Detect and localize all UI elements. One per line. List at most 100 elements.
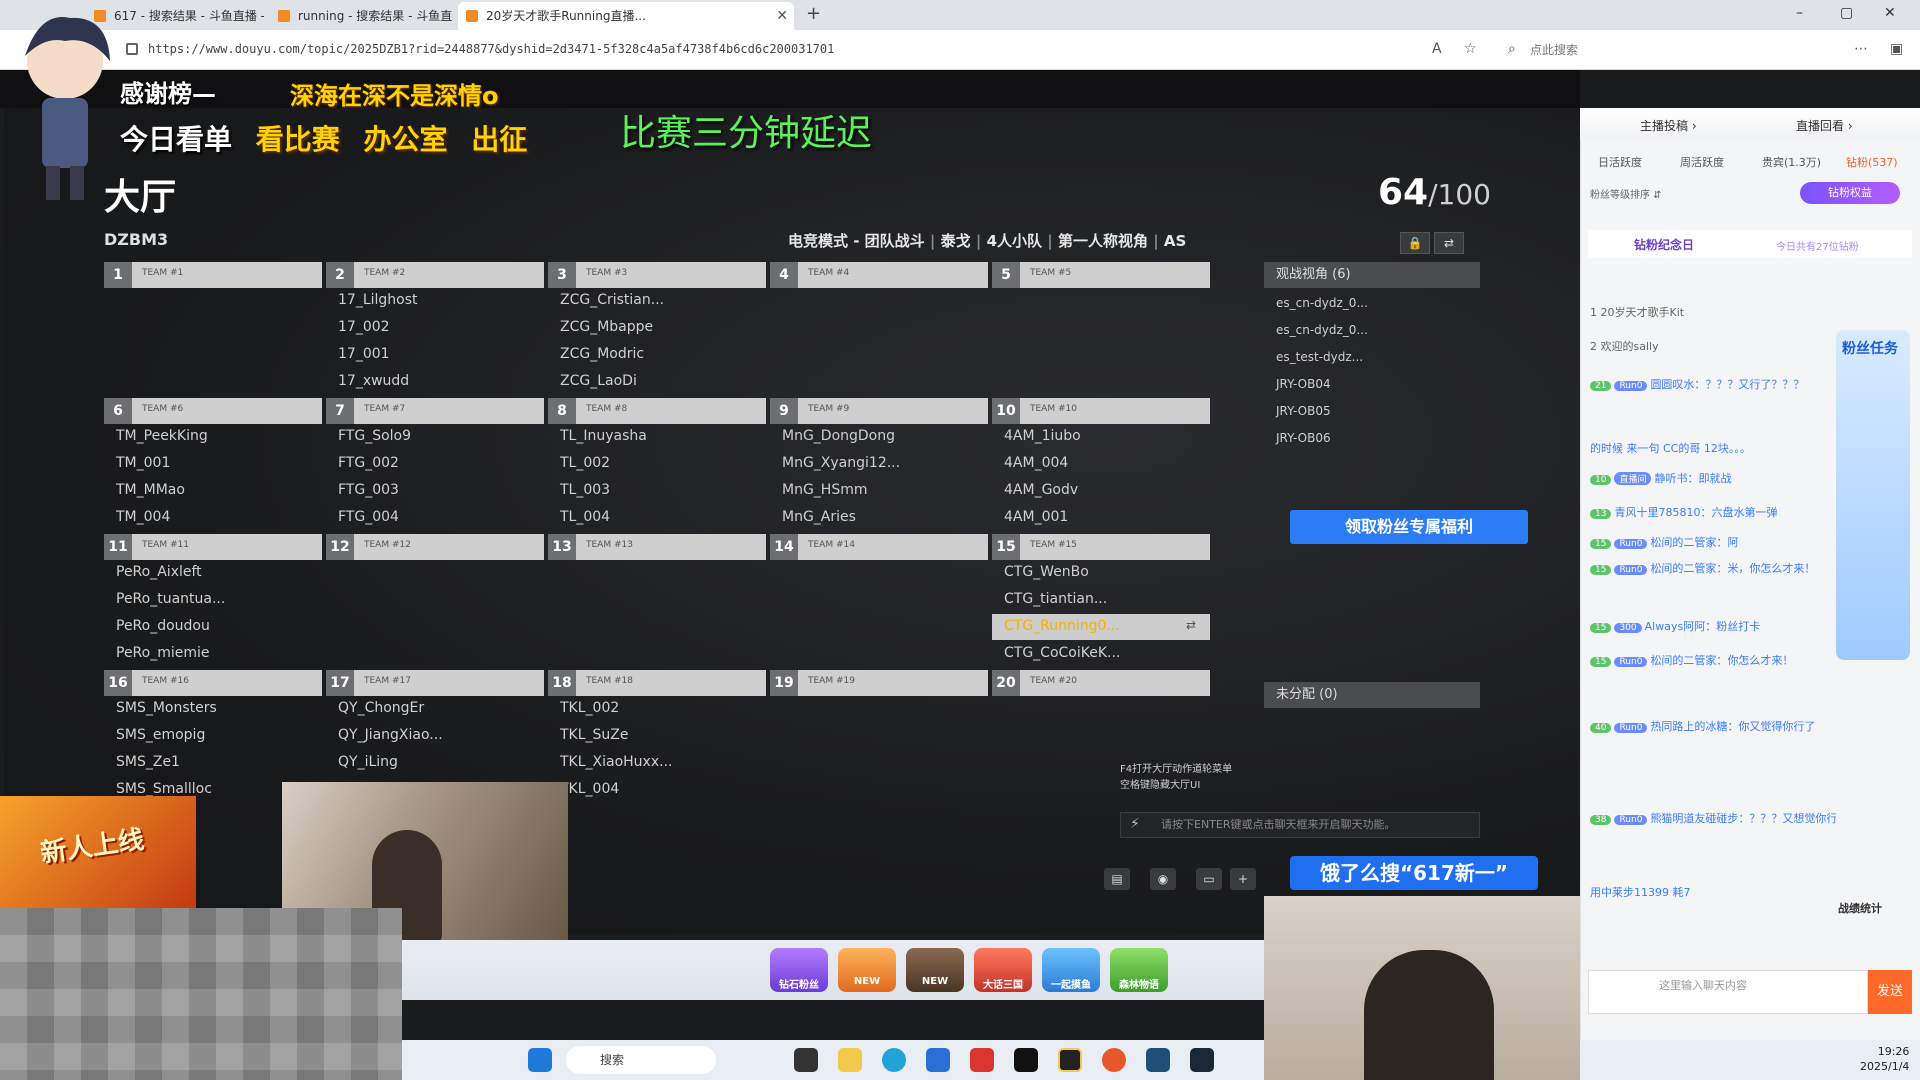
team-slot[interactable]: 12 TEAM #12 (326, 534, 544, 666)
team-slot[interactable]: 19 TEAM #19 (770, 670, 988, 802)
gift-item[interactable]: 森林物语 (1110, 948, 1168, 992)
player-name[interactable]: TL_004 (560, 509, 610, 525)
player-name[interactable]: CTG_Running0... (1004, 618, 1120, 634)
swap-teams-button[interactable]: ⇄ (1434, 232, 1464, 254)
player-name[interactable]: MnG_Aries (782, 509, 856, 525)
player-name[interactable]: QY_ChongEr (338, 700, 424, 716)
player-name[interactable]: PeRo_doudou (116, 618, 210, 634)
player-name[interactable]: ZCG_LaoDi (560, 373, 637, 389)
player-name[interactable]: TL_002 (560, 455, 610, 471)
team-slot[interactable]: 1 TEAM #1 (104, 262, 322, 394)
fan-quest-panel[interactable] (1836, 330, 1910, 660)
file-explorer-icon[interactable] (838, 1048, 862, 1072)
player-name[interactable]: FTG_003 (338, 482, 399, 498)
team-slot[interactable]: 15 TEAM #15 CTG_WenBo CTG_tiantian... ⇄ CTG_R… (992, 534, 1210, 666)
sidebar-toggle-icon[interactable]: ▣ (1890, 41, 1903, 57)
team-slot[interactable]: 2 TEAM #2 17_Lilghost 17_002 17_001 17_xwudd (326, 262, 544, 394)
player-name[interactable]: CTG_tiantian... (1004, 591, 1107, 607)
team-slot[interactable]: 11 TEAM #11 PeRo_Aixleft PeRo_tuantua... PeR… (104, 534, 322, 666)
spectator-item[interactable]: JRY-OB06 (1276, 431, 1331, 445)
steam-icon[interactable] (1190, 1048, 1214, 1072)
gift-item[interactable]: 一起摸鱼 (1042, 948, 1100, 992)
player-name[interactable]: SMS_Monsters (116, 700, 217, 716)
caption-icon[interactable]: ▭ (1196, 868, 1222, 890)
player-name[interactable]: TL_003 (560, 482, 610, 498)
close-window-button[interactable]: ✕ (1884, 5, 1896, 21)
app-icon[interactable] (1146, 1048, 1170, 1072)
send-button[interactable]: 发送 (1868, 970, 1912, 1014)
player-name[interactable]: ZCG_Mbappe (560, 319, 653, 335)
taskbar-clock[interactable]: 19:26 2025/1/4 (1860, 1044, 1909, 1074)
gift-item[interactable]: 大话三国 (974, 948, 1032, 992)
player-name[interactable]: SMS_Ze1 (116, 754, 180, 770)
player-name[interactable]: ZCG_Modric (560, 346, 644, 362)
team-slot[interactable]: 7 TEAM #7 FTG_Solo9 FTG_002 FTG_003 FTG_004 (326, 398, 544, 530)
player-name[interactable]: PeRo_Aixleft (116, 564, 202, 580)
player-name[interactable]: 4AM_1iubo (1004, 428, 1081, 444)
streamer-submission-link[interactable]: 主播投稿 › (1640, 117, 1697, 134)
player-name[interactable]: TKL_SuZe (560, 727, 629, 743)
spectator-item[interactable]: es_cn-dydz_0... (1276, 323, 1368, 337)
fan-perk-button[interactable]: 钻粉权益 (1800, 182, 1900, 204)
lock-lobby-button[interactable]: 🔒 (1400, 232, 1430, 254)
rank-row[interactable]: 2 欢迎的sally (1590, 338, 1659, 354)
spectator-item[interactable]: es_test-dydz... (1276, 350, 1363, 364)
rank-row[interactable]: 1 20岁天才歌手Kit (1590, 304, 1684, 320)
player-name[interactable]: TKL_004 (560, 781, 619, 797)
chat-nickname[interactable]: 松间的二管家： (1650, 562, 1727, 575)
tab-weekly-activity[interactable]: 周活跃度 (1680, 154, 1724, 170)
team-slot[interactable]: 9 TEAM #9 MnG_DongDong MnG_Xyangi12... MnG_H… (770, 398, 988, 530)
obs-icon[interactable] (1058, 1048, 1082, 1072)
tab-vip[interactable]: 贵宾(1.3万) (1762, 154, 1821, 170)
player-name[interactable]: ZCG_Cristian... (560, 292, 664, 308)
player-name[interactable]: 4AM_004 (1004, 455, 1068, 471)
new-tab-button[interactable]: + (806, 3, 821, 24)
team-slot[interactable]: 10 TEAM #10 4AM_1iubo 4AM_004 4AM_Godv 4AM_00… (992, 398, 1210, 530)
chat-nickname[interactable]: 青风十里785810： (1614, 506, 1711, 519)
chat-nickname[interactable]: 热同路上的冰糖 (1650, 720, 1727, 733)
player-name[interactable]: CTG_CoCoiKeK... (1004, 645, 1120, 661)
player-name[interactable]: 17_002 (338, 319, 390, 335)
player-name[interactable]: PeRo_miemie (116, 645, 210, 661)
more-menu-icon[interactable]: ⋯ (1854, 41, 1868, 57)
player-name[interactable]: TM_PeekKing (116, 428, 208, 444)
search-promo-button[interactable]: 饿了么搜“617新一” (1290, 856, 1538, 890)
wps-icon[interactable] (970, 1048, 994, 1072)
chat-nickname[interactable]: Always阿阿： (1645, 620, 1717, 633)
lobby-chat-input[interactable]: 请按下ENTER键或点击聊天框来开启聊天功能。 (1120, 812, 1480, 838)
chat-nickname[interactable]: 用中莱步11399 耗 (1590, 886, 1684, 899)
edge-browser-icon[interactable] (882, 1048, 906, 1072)
team-slot[interactable]: 4 TEAM #4 (770, 262, 988, 394)
windows-start-icon[interactable] (528, 1048, 552, 1072)
team-slot[interactable]: 18 TEAM #18 TKL_002 TKL_SuZe TKL_XiaoHuxx...… (548, 670, 766, 802)
player-name[interactable]: MnG_Xyangi12... (782, 455, 900, 471)
player-name[interactable]: FTG_Solo9 (338, 428, 411, 444)
battle-stats-label[interactable]: 战绩统计 (1838, 900, 1882, 916)
player-name[interactable]: 17_001 (338, 346, 390, 362)
player-name[interactable]: QY_iLing (338, 754, 398, 770)
browser-tab-2[interactable]: running - 搜索结果 - 斗鱼直播 - ... (270, 2, 452, 30)
player-name[interactable]: 4AM_Godv (1004, 482, 1078, 498)
team-slot[interactable]: 5 TEAM #5 (992, 262, 1210, 394)
player-name[interactable]: 17_Lilghost (338, 292, 418, 308)
app-icon[interactable] (1102, 1048, 1126, 1072)
player-name[interactable]: TM_004 (116, 509, 170, 525)
danmaku-toggle-icon[interactable]: ▤ (1104, 868, 1130, 890)
favorite-star-icon[interactable]: ☆ (1464, 41, 1477, 57)
read-aloud-icon[interactable]: A (1432, 41, 1442, 57)
chat-nickname[interactable]: 熊猫明道友碰碰步 (1650, 812, 1738, 825)
add-icon[interactable]: + (1230, 868, 1256, 890)
spectator-item[interactable]: JRY-OB04 (1276, 377, 1331, 391)
player-name[interactable]: SMS_emopig (116, 727, 205, 743)
task-view-icon[interactable] (794, 1048, 818, 1072)
close-tab-icon[interactable]: ✕ (776, 2, 788, 30)
url-field[interactable]: https://www.douyu.com/topic/2025DZB1?rid… (148, 42, 834, 56)
player-name[interactable]: TM_MMao (116, 482, 185, 498)
spectator-item[interactable]: JRY-OB05 (1276, 404, 1331, 418)
player-name[interactable]: 4AM_001 (1004, 509, 1068, 525)
page-search-input[interactable]: 点此搜索 (1530, 41, 1578, 58)
spectator-item[interactable]: es_cn-dydz_0... (1276, 296, 1368, 310)
chat-nickname[interactable]: 松间的二管家： (1650, 654, 1727, 667)
fan-level-sort[interactable]: 粉丝等级排序 ⇵ (1590, 186, 1662, 201)
player-name[interactable]: QY_JiangXiao... (338, 727, 443, 743)
